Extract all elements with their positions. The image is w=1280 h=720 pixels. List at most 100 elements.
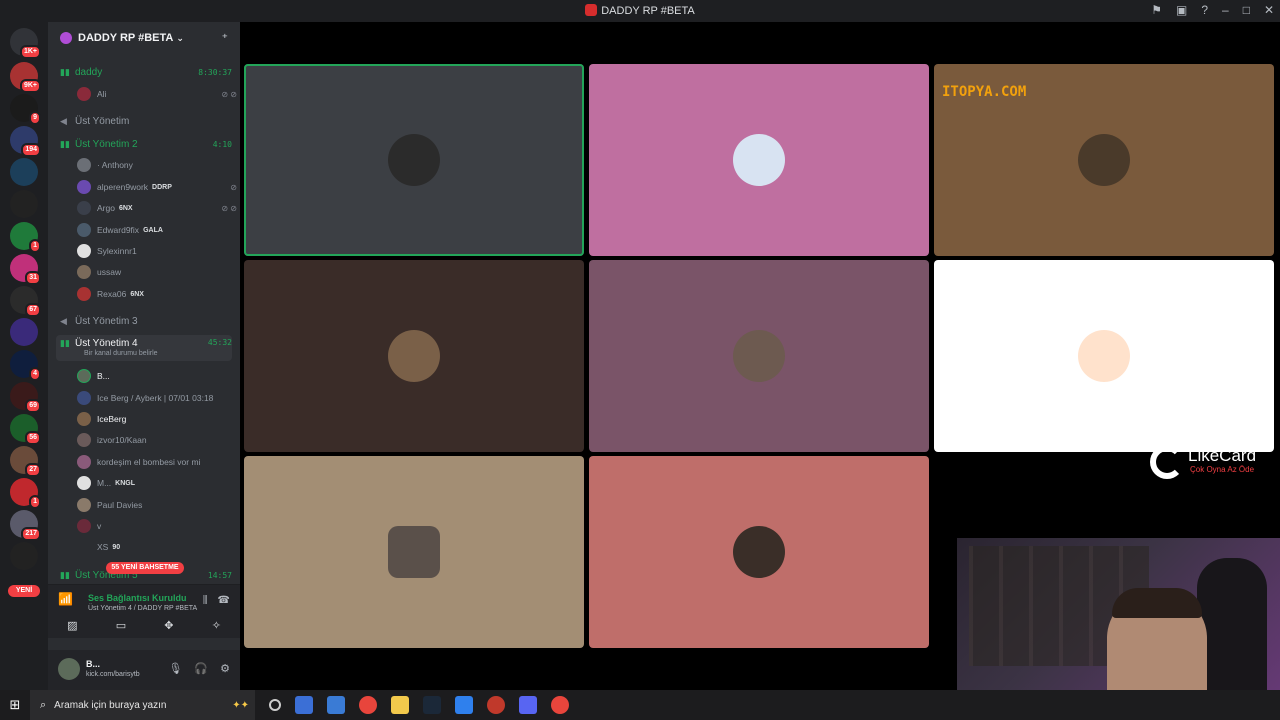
participant-tile[interactable] — [934, 260, 1274, 452]
app-icon[interactable] — [487, 696, 505, 714]
activities-icon[interactable]: ✥ — [164, 619, 173, 632]
voice-user[interactable]: IceBerg — [77, 410, 237, 428]
participant-tile[interactable] — [244, 260, 584, 452]
voice-channel-ust-yonetim-4[interactable]: ▮▮ Üst Yönetim 4 45:32 Bir kanal durumu … — [56, 335, 232, 361]
steam-icon[interactable] — [423, 696, 441, 714]
chrome-icon[interactable] — [551, 696, 569, 714]
avatar — [77, 287, 91, 301]
server-icon[interactable] — [10, 158, 38, 186]
inbox-icon[interactable]: ⚑ — [1151, 3, 1162, 17]
task-view-icon[interactable] — [269, 699, 281, 711]
avatar — [77, 540, 91, 554]
voice-user[interactable]: izvor10/Kaan — [77, 431, 237, 449]
voice-user[interactable]: Paul Davies — [77, 496, 237, 514]
user-status: kick.com/barisytb — [86, 671, 140, 678]
taskbar-search[interactable]: ⌕ Aramak için buraya yazın ✦✦ — [30, 690, 255, 720]
maximize-icon[interactable]: □ — [1243, 3, 1250, 17]
voice-user[interactable]: B... — [77, 367, 237, 385]
server-icon[interactable] — [10, 542, 38, 570]
voice-active-icon: ▮▮ — [60, 138, 70, 149]
voice-user[interactable]: XS 90 — [77, 538, 237, 556]
voice-channel-ust-yonetim-3[interactable]: ◀ Üst Yönetim 3 — [56, 312, 232, 330]
voice-user[interactable]: kordeşim el bombesi vor mi — [77, 453, 237, 471]
voice-channel-daddy[interactable]: ▮▮ daddy 8:30:37 — [56, 63, 232, 81]
voice-status-subtitle[interactable]: Üst Yönetim 4 / DADDY RP #BETA — [88, 605, 197, 612]
screen-icon[interactable]: ▣ — [1176, 3, 1187, 17]
app-icon[interactable] — [455, 696, 473, 714]
file-explorer-icon[interactable] — [391, 696, 409, 714]
participant-avatar — [388, 330, 440, 382]
windows-start-icon[interactable]: ⊞ — [0, 697, 30, 713]
server-icon[interactable]: 9 — [10, 94, 41, 125]
user-name[interactable]: B... — [86, 659, 100, 669]
server-icon[interactable]: 27 — [10, 446, 41, 477]
guild-name: DADDY RP #BETA — [78, 32, 174, 44]
voice-user-name: IceBerg — [97, 414, 127, 424]
server-icon[interactable]: 31 — [10, 254, 41, 285]
server-icon[interactable] — [10, 190, 38, 218]
voice-channel-ust-yonetim[interactable]: ◀ Üst Yönetim — [56, 112, 232, 130]
server-icon[interactable]: 194 — [10, 126, 41, 157]
participant-tile[interactable] — [589, 456, 929, 648]
deafened-icon: ⊘ ⊘ — [221, 89, 237, 99]
invite-people-icon[interactable]: ⁺ — [222, 31, 228, 45]
server-icon[interactable]: 9K+ — [10, 62, 41, 93]
participant-tile[interactable] — [244, 64, 584, 256]
channel-status[interactable]: Bir kanal durumu belirle — [84, 350, 158, 357]
store-icon[interactable] — [327, 696, 345, 714]
voice-user[interactable]: · Anthony — [77, 156, 237, 174]
disconnect-icon[interactable]: ☎ — [218, 595, 230, 606]
server-badge: 4 — [29, 367, 41, 381]
discord-icon[interactable] — [519, 696, 537, 714]
screen-share-icon[interactable]: ▭ — [116, 619, 126, 632]
server-icon[interactable]: 217 — [10, 510, 41, 541]
voice-user[interactable]: Edward9fix GALA — [77, 221, 237, 239]
chrome-icon[interactable] — [359, 696, 377, 714]
participant-avatar — [733, 134, 785, 186]
server-icon[interactable]: 1 — [10, 222, 41, 253]
avatar — [77, 158, 91, 172]
avatar — [77, 498, 91, 512]
server-icon[interactable]: 1 — [10, 478, 41, 509]
server-icon[interactable]: 56 — [10, 414, 41, 445]
voice-user[interactable]: M... KNGL — [77, 474, 237, 492]
server-icon[interactable] — [10, 318, 38, 346]
soundboard-icon[interactable]: ✧ — [212, 619, 221, 632]
home-button[interactable]: 1K+ — [10, 28, 41, 59]
user-guild-tag: DDRP — [152, 183, 172, 191]
voice-status-title[interactable]: Ses Bağlantısı Kuruldu — [88, 593, 187, 603]
voice-user[interactable]: Sylexinnr1 — [77, 242, 237, 260]
voice-user[interactable]: Ice Berg / Ayberk | 07/01 03:18 — [77, 389, 237, 407]
voice-user[interactable]: Ali ⊘ ⊘ — [77, 85, 237, 103]
taskbar: ⊞ ⌕ Aramak için buraya yazın ✦✦ — [0, 690, 1280, 720]
avatar — [77, 412, 91, 426]
headphones-icon[interactable]: 🎧 — [194, 662, 208, 675]
avatar[interactable] — [58, 658, 80, 680]
server-icon[interactable]: 4 — [10, 350, 41, 381]
participant-tile[interactable] — [589, 64, 929, 256]
close-icon[interactable]: ✕ — [1264, 3, 1274, 17]
voice-user[interactable]: v — [77, 517, 237, 535]
server-icon[interactable]: 69 — [10, 382, 41, 413]
voice-channel-ust-yonetim-2[interactable]: ▮▮ Üst Yönetim 2 4:10 — [56, 135, 232, 153]
camera-off-icon[interactable]: ▨ — [67, 619, 77, 632]
settings-gear-icon[interactable]: ⚙ — [220, 662, 230, 675]
voice-user[interactable]: alperen9work DDRP ⊘ — [77, 178, 237, 196]
guild-header[interactable]: DADDY RP #BETA ⌄ ⁺ — [48, 22, 240, 54]
voice-user[interactable]: ussaw — [77, 263, 237, 281]
window-title: DADDY RP #BETA — [0, 4, 1280, 17]
participant-tile[interactable] — [589, 260, 929, 452]
new-mentions-pill[interactable]: 55 YENİ BAHSETME — [106, 562, 184, 574]
voice-user[interactable]: Argo 6NX ⊘ ⊘ — [77, 199, 237, 217]
likecard-logo: LikeCard Çok Oyna Az Öde — [1150, 443, 1270, 483]
new-servers-pill[interactable]: YENİ — [8, 585, 40, 597]
server-icon[interactable]: 67 — [10, 286, 41, 317]
noise-suppression-icon[interactable]: ⫼ — [203, 595, 208, 606]
microphone-icon[interactable]: 🎙 — [168, 662, 182, 675]
copilot-icon[interactable] — [295, 696, 313, 714]
voice-user-name: Argo — [97, 203, 115, 213]
minimize-icon[interactable]: – — [1222, 3, 1229, 17]
help-icon[interactable]: ? — [1201, 3, 1208, 17]
participant-tile[interactable] — [244, 456, 584, 648]
voice-user[interactable]: Rexa06 6NX — [77, 285, 237, 303]
